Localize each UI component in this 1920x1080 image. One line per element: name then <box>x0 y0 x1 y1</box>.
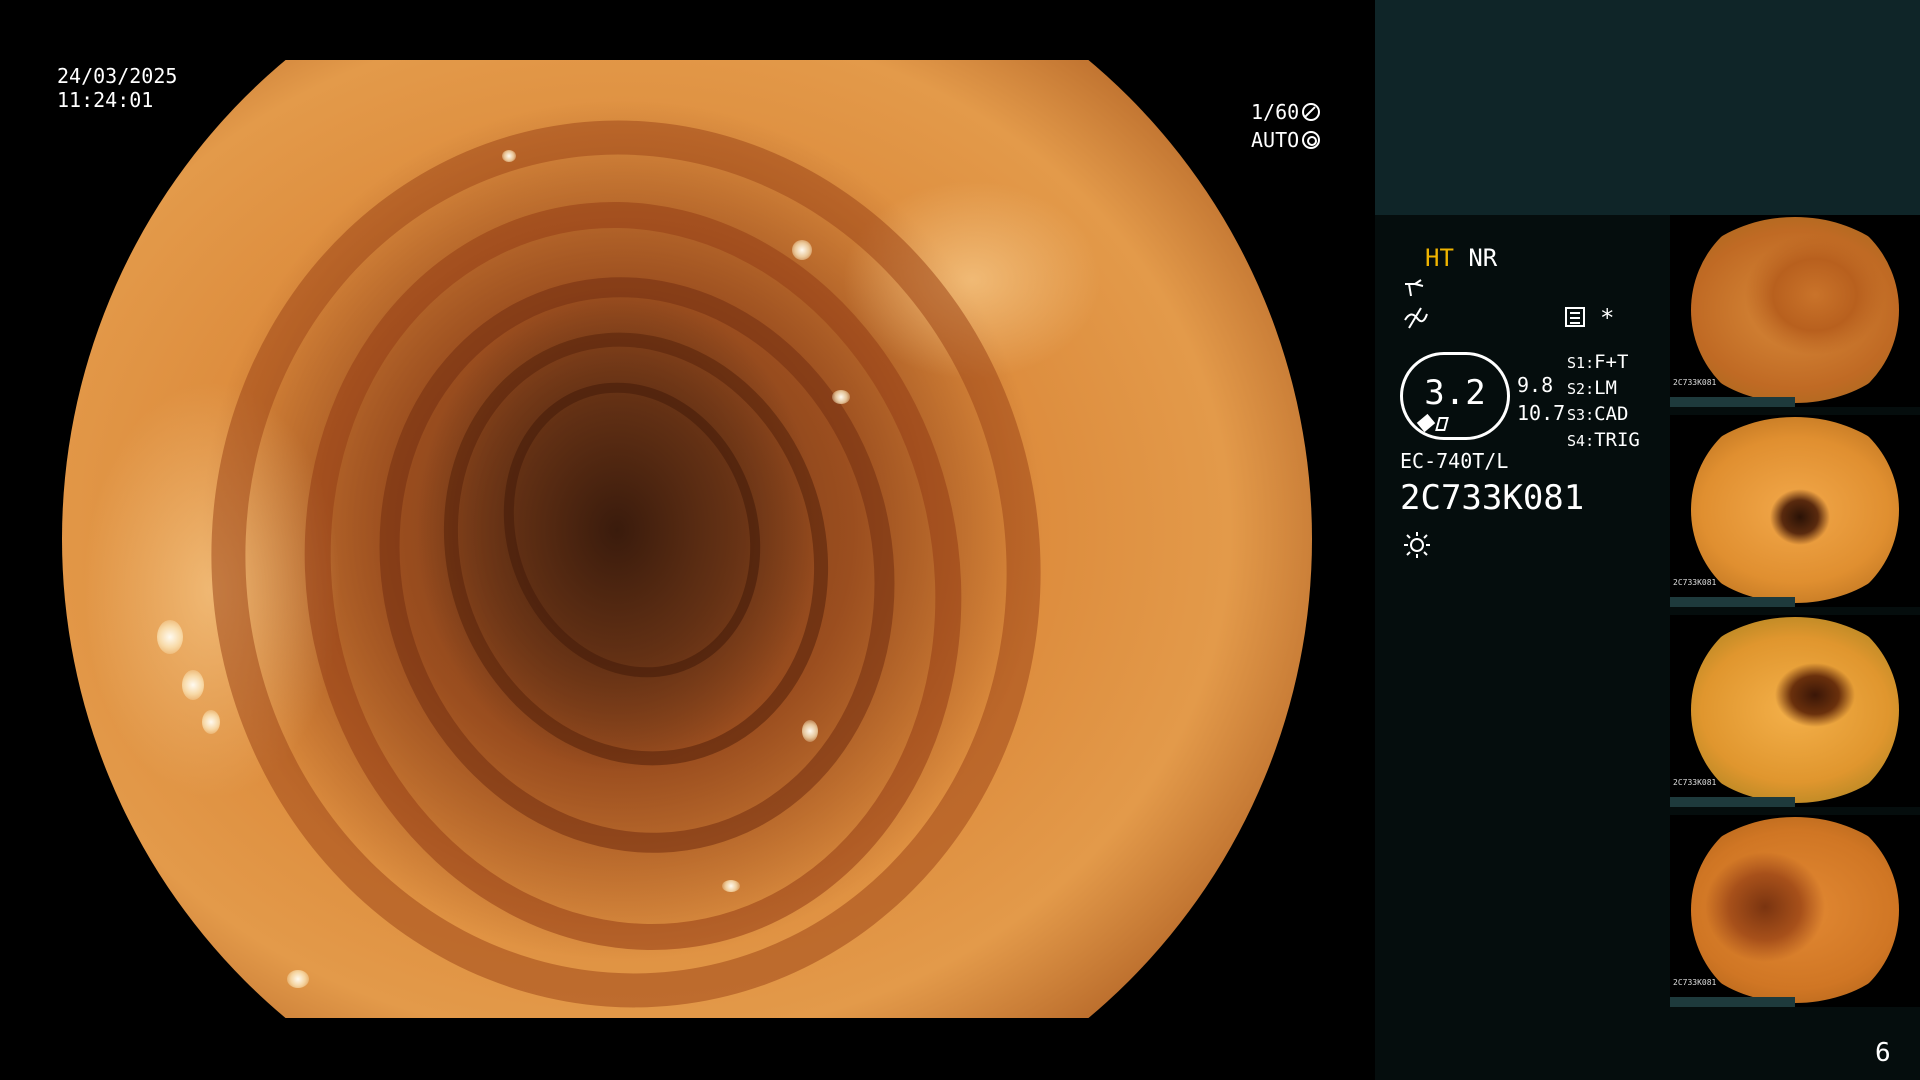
light-reflection <box>182 670 204 700</box>
thumbnail-serial: 2C733K081 <box>1673 978 1717 987</box>
switch-settings-list: S1:F+T S2:LM S3:CAD S4:TRIG <box>1567 350 1640 454</box>
thumbnail-serial: 2C733K081 <box>1673 578 1717 587</box>
auto-exposure-icon <box>1302 131 1321 149</box>
thumbnail-bar <box>1670 597 1795 607</box>
light-reflection <box>792 240 812 260</box>
scope-model: EC-740T/L <box>1400 449 1509 473</box>
exam-date: 24/03/2025 <box>57 64 178 88</box>
capture-thumbnail[interactable]: 2C733K081 <box>1670 615 1920 807</box>
light-reflection <box>722 880 740 892</box>
thumbnail-bar <box>1670 797 1795 807</box>
page-number: 6 <box>1875 1038 1891 1068</box>
image-mode-indicator: HT NR <box>1425 245 1497 271</box>
thumbnail-image <box>1691 617 1899 803</box>
gauge-frame-icon <box>1435 417 1449 431</box>
thumbnail-bar <box>1670 397 1795 407</box>
capture-thumbnail[interactable]: 2C733K081 <box>1670 215 1920 407</box>
digital-gain-icon <box>1404 307 1428 329</box>
gauge-side-value-1: 9.8 <box>1517 373 1554 397</box>
switch-setting-row: S2:LM <box>1567 377 1617 399</box>
thumbnail-bar <box>1670 997 1795 1007</box>
light-reflection <box>202 710 220 734</box>
shutter-value: 1/60 <box>1251 100 1300 124</box>
thumbnail-serial: 2C733K081 <box>1673 378 1717 387</box>
shutter-icon <box>1302 103 1321 121</box>
exposure-mode-value: AUTO <box>1251 128 1300 152</box>
shutter-speed: 1/60 <box>1251 100 1321 124</box>
gauge-value: 3.2 <box>1424 373 1486 413</box>
scope-serial: 2C733K081 <box>1400 478 1585 518</box>
light-reflection <box>832 390 850 404</box>
thumbnail-image <box>1691 817 1899 1003</box>
light-reflection <box>802 720 818 742</box>
thumbnail-image <box>1691 417 1899 603</box>
zoom-gauge: 3.2 <box>1400 352 1510 440</box>
gauge-side-value-2: 10.7 <box>1517 401 1566 425</box>
nr-label: NR <box>1468 244 1498 272</box>
star-indicator: * <box>1600 304 1615 332</box>
memo-icon <box>1565 307 1585 327</box>
light-reflection <box>157 620 183 654</box>
switch-setting-row: S3:CAD <box>1567 403 1629 425</box>
capture-thumbnail[interactable]: 2C733K081 <box>1670 415 1920 607</box>
exposure-mode: AUTO <box>1251 128 1321 152</box>
light-reflection <box>502 150 516 162</box>
light-icon <box>1404 532 1430 558</box>
ht-label: HT <box>1425 244 1454 272</box>
exam-time: 11:24:01 <box>57 88 154 112</box>
endoscopic-image <box>62 60 1312 1018</box>
switch-setting-row: S4:TRIG <box>1567 429 1640 451</box>
light-reflection <box>287 970 309 988</box>
panel-header-area <box>1375 0 1920 215</box>
switch-setting-row: S1:F+T <box>1567 351 1629 373</box>
gauge-marker-icon <box>1416 413 1436 433</box>
wave-filter-icon <box>1405 279 1424 297</box>
thumbnail-image <box>1691 217 1899 403</box>
thumbnail-serial: 2C733K081 <box>1673 778 1717 787</box>
capture-thumbnail[interactable]: 2C733K081 <box>1670 815 1920 1007</box>
main-endoscope-view: 24/03/2025 11:24:01 1/60 AUTO <box>0 0 1375 1080</box>
